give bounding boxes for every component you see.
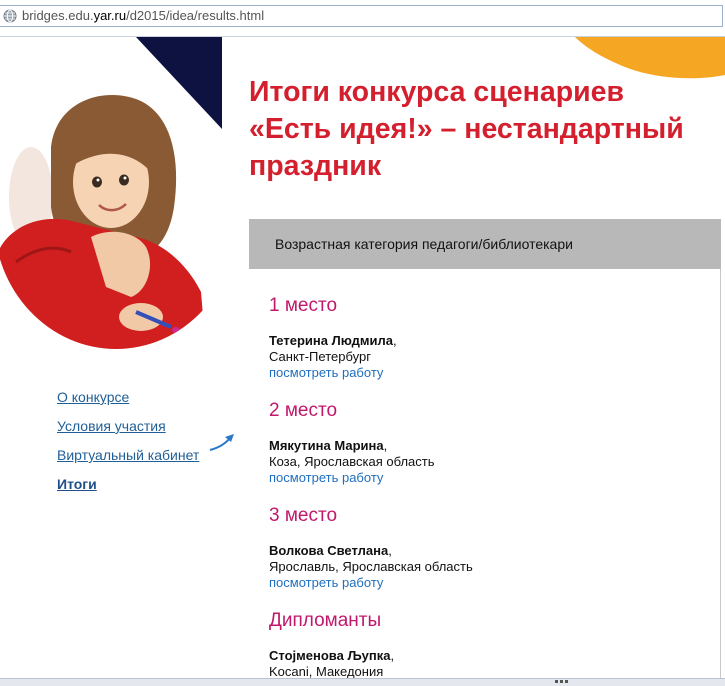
arrow-icon (209, 434, 234, 451)
winner-info: Тетерина Людмила, Санкт-Петербург посмот… (269, 333, 397, 380)
nav-link-conditions[interactable]: Условия участия (57, 412, 199, 441)
result-block: 2 место Мякутина Марина, Коза, Ярославск… (269, 400, 434, 486)
results-panel: 1 место Тетерина Людмила, Санкт-Петербур… (249, 269, 721, 678)
girl-photo-illustration (0, 89, 238, 349)
url-text: bridges.edu.yar.ru/d2015/idea/results.ht… (22, 8, 265, 23)
decorative-orange-shape (575, 37, 725, 79)
winner-name: Мякутина Марина (269, 438, 384, 453)
place-heading: 1 место (269, 295, 338, 316)
winner-info: Мякутина Марина, Коза, Ярославская облас… (269, 438, 435, 485)
globe-icon (3, 9, 17, 23)
nav-link-virtual-cabinet[interactable]: Виртуальный кабинет (57, 441, 199, 470)
view-work-link[interactable]: посмотреть работу (269, 575, 383, 590)
result-block: Дипломанты Стојменова Љупка, Kocani, Мак… (269, 610, 394, 678)
page-title: Итоги конкурса сценариев «Есть идея!» – … (249, 76, 684, 182)
result-block: 3 место Волкова Светлана, Ярославль, Яро… (269, 505, 473, 591)
winner-info: Стојменова Љупка, Kocani, Македония (269, 648, 395, 678)
place-heading: 2 место (269, 400, 338, 421)
winner-location: Коза, Ярославская область (269, 454, 435, 469)
browser-address-bar: bridges.edu.yar.ru/d2015/idea/results.ht… (0, 0, 725, 37)
winner-name: Тетерина Людмила (269, 333, 393, 348)
result-block: 1 место Тетерина Людмила, Санкт-Петербур… (269, 295, 397, 381)
age-category-header: Возрастная категория педагоги/библиотека… (249, 219, 721, 269)
place-heading: 3 место (269, 505, 338, 526)
place-heading: Дипломанты (269, 610, 382, 631)
winner-location: Ярославль, Ярославская область (269, 559, 473, 574)
winner-info: Волкова Светлана, Ярославль, Ярославская… (269, 543, 473, 590)
winner-name: Волкова Светлана (269, 543, 389, 558)
winner-name: Стојменова Љупка (269, 648, 391, 663)
winner-location: Санкт-Петербург (269, 349, 371, 364)
winner-location: Kocani, Македония (269, 664, 384, 678)
page-viewport: Итоги конкурса сценариев «Есть идея!» – … (0, 37, 725, 678)
nav-link-about[interactable]: О конкурсе (57, 383, 199, 412)
view-work-link[interactable]: посмотреть работу (269, 365, 383, 380)
side-nav: О конкурсе Условия участия Виртуальный к… (57, 383, 199, 499)
nav-link-results[interactable]: Итоги (57, 470, 199, 499)
url-field[interactable]: bridges.edu.yar.ru/d2015/idea/results.ht… (0, 5, 723, 27)
view-work-link[interactable]: посмотреть работу (269, 470, 383, 485)
scrollbar-grip[interactable] (555, 680, 569, 683)
